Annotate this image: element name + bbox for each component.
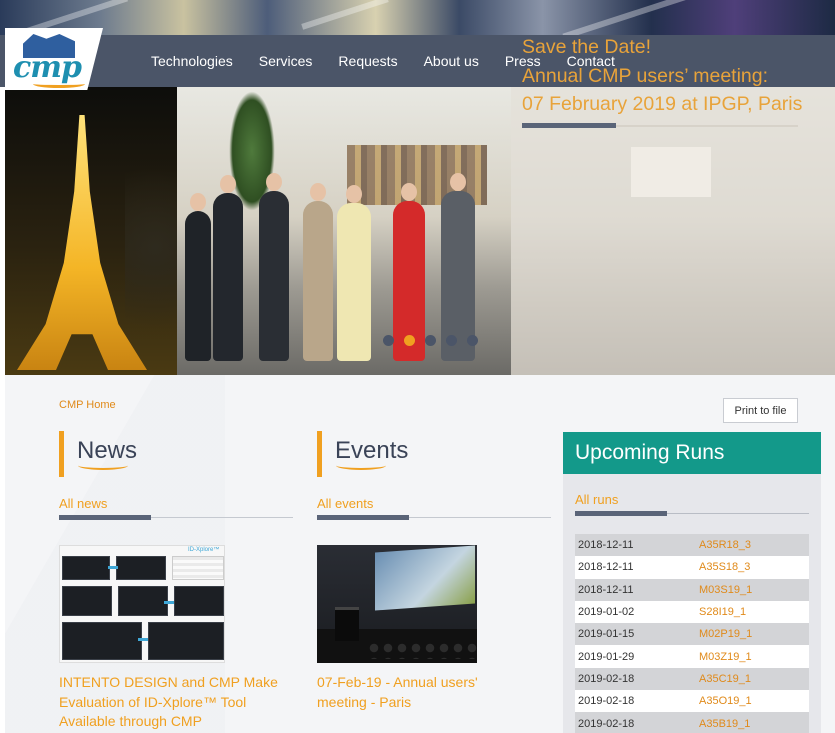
- run-date: 2019-01-15: [578, 628, 635, 641]
- carousel-dot[interactable]: [425, 335, 436, 346]
- run-id-link[interactable]: A35S18_3: [699, 561, 750, 573]
- run-date: 2019-02-18: [578, 672, 635, 685]
- news-thumbnail[interactable]: ID-Xplore™: [59, 545, 225, 663]
- events-item-link[interactable]: 07-Feb-19 - Annual users' meeting - Pari…: [317, 673, 517, 712]
- all-runs-link[interactable]: All runs: [575, 492, 618, 507]
- table-row: 2019-01-02 S28I19_1: [575, 600, 809, 624]
- table-row: 2018-12-11 M03S19_1: [575, 578, 809, 601]
- news-divider: [59, 515, 293, 520]
- run-date: 2018-12-11: [578, 539, 634, 552]
- all-events-link[interactable]: All events: [317, 496, 373, 511]
- run-id-link[interactable]: M03S19_1: [699, 584, 752, 596]
- page: Technologies Services Requests About us …: [0, 0, 835, 733]
- run-id-link[interactable]: A35B19_1: [699, 718, 750, 730]
- carousel-dot[interactable]: [383, 335, 394, 346]
- hero-carousel[interactable]: [5, 87, 835, 375]
- upcoming-runs-title: Upcoming Runs: [575, 441, 725, 464]
- news-item-link[interactable]: INTENTO DESIGN and CMP Make Evaluation o…: [59, 673, 289, 732]
- run-id-link[interactable]: A35C19_1: [699, 673, 751, 685]
- table-row: 2018-12-11 A35R18_3: [575, 534, 809, 557]
- run-date: 2018-12-11: [578, 561, 634, 574]
- carousel-dot[interactable]: [467, 335, 478, 346]
- runs-divider: [575, 511, 809, 516]
- cmp-logo[interactable]: cmp: [5, 28, 103, 90]
- print-to-file-button[interactable]: Print to file: [723, 398, 798, 423]
- run-id-link[interactable]: M02P19_1: [699, 628, 752, 640]
- table-row: 2019-02-18 A35B19_1: [575, 712, 809, 733]
- hero-caption[interactable]: Save the Date! Annual CMP users’ meeting…: [522, 33, 822, 119]
- run-id-link[interactable]: M03Z19_1: [699, 651, 752, 663]
- run-id-link[interactable]: S28I19_1: [699, 606, 746, 618]
- table-row: 2019-01-29 M03Z19_1: [575, 645, 809, 668]
- breadcrumb[interactable]: CMP Home: [59, 399, 116, 411]
- events-title-bar: [317, 431, 322, 477]
- table-row: 2019-02-18 A35C19_1: [575, 667, 809, 691]
- lectern-icon: [335, 607, 359, 641]
- table-row: 2019-02-18 A35O19_1: [575, 690, 809, 713]
- run-id-link[interactable]: A35O19_1: [699, 695, 752, 707]
- nav-technologies[interactable]: Technologies: [151, 53, 233, 69]
- run-date: 2019-01-02: [578, 606, 635, 619]
- nav-services[interactable]: Services: [259, 53, 313, 69]
- top-banner-strip: [0, 0, 835, 35]
- news-title-bar: [59, 431, 64, 477]
- carousel-dot-active[interactable]: [404, 335, 415, 346]
- run-date: 2019-01-29: [578, 650, 635, 663]
- events-divider: [317, 515, 551, 520]
- nav-requests[interactable]: Requests: [338, 53, 397, 69]
- carousel-dots: [383, 335, 488, 346]
- carousel-dot[interactable]: [446, 335, 457, 346]
- hero-caption-line: Annual CMP users’ meeting:: [522, 64, 769, 87]
- run-date: 2018-12-11: [578, 583, 634, 596]
- table-row: 2019-01-15 M02P19_1: [575, 623, 809, 646]
- news-thumb-brand: ID-Xplore™: [188, 547, 220, 553]
- runs-table: 2018-12-11 A35R18_3 2018-12-11 A35S18_3 20…: [575, 534, 809, 733]
- eiffel-tower-photo: [5, 87, 185, 375]
- hero-divider: [522, 123, 798, 128]
- table-row: 2018-12-11 A35S18_3: [575, 556, 809, 579]
- events-thumbnail[interactable]: [317, 545, 477, 663]
- hero-caption-line: Save the Date!: [522, 36, 651, 58]
- run-date: 2019-02-18: [578, 695, 635, 708]
- group-photo: [177, 87, 517, 375]
- run-id-link[interactable]: A35R18_3: [699, 539, 751, 551]
- run-date: 2019-02-18: [578, 717, 635, 730]
- hero-caption-line: 07 February 2019 at IPGP, Paris: [522, 93, 803, 115]
- all-news-link[interactable]: All news: [59, 496, 107, 511]
- nav-about-us[interactable]: About us: [424, 53, 479, 69]
